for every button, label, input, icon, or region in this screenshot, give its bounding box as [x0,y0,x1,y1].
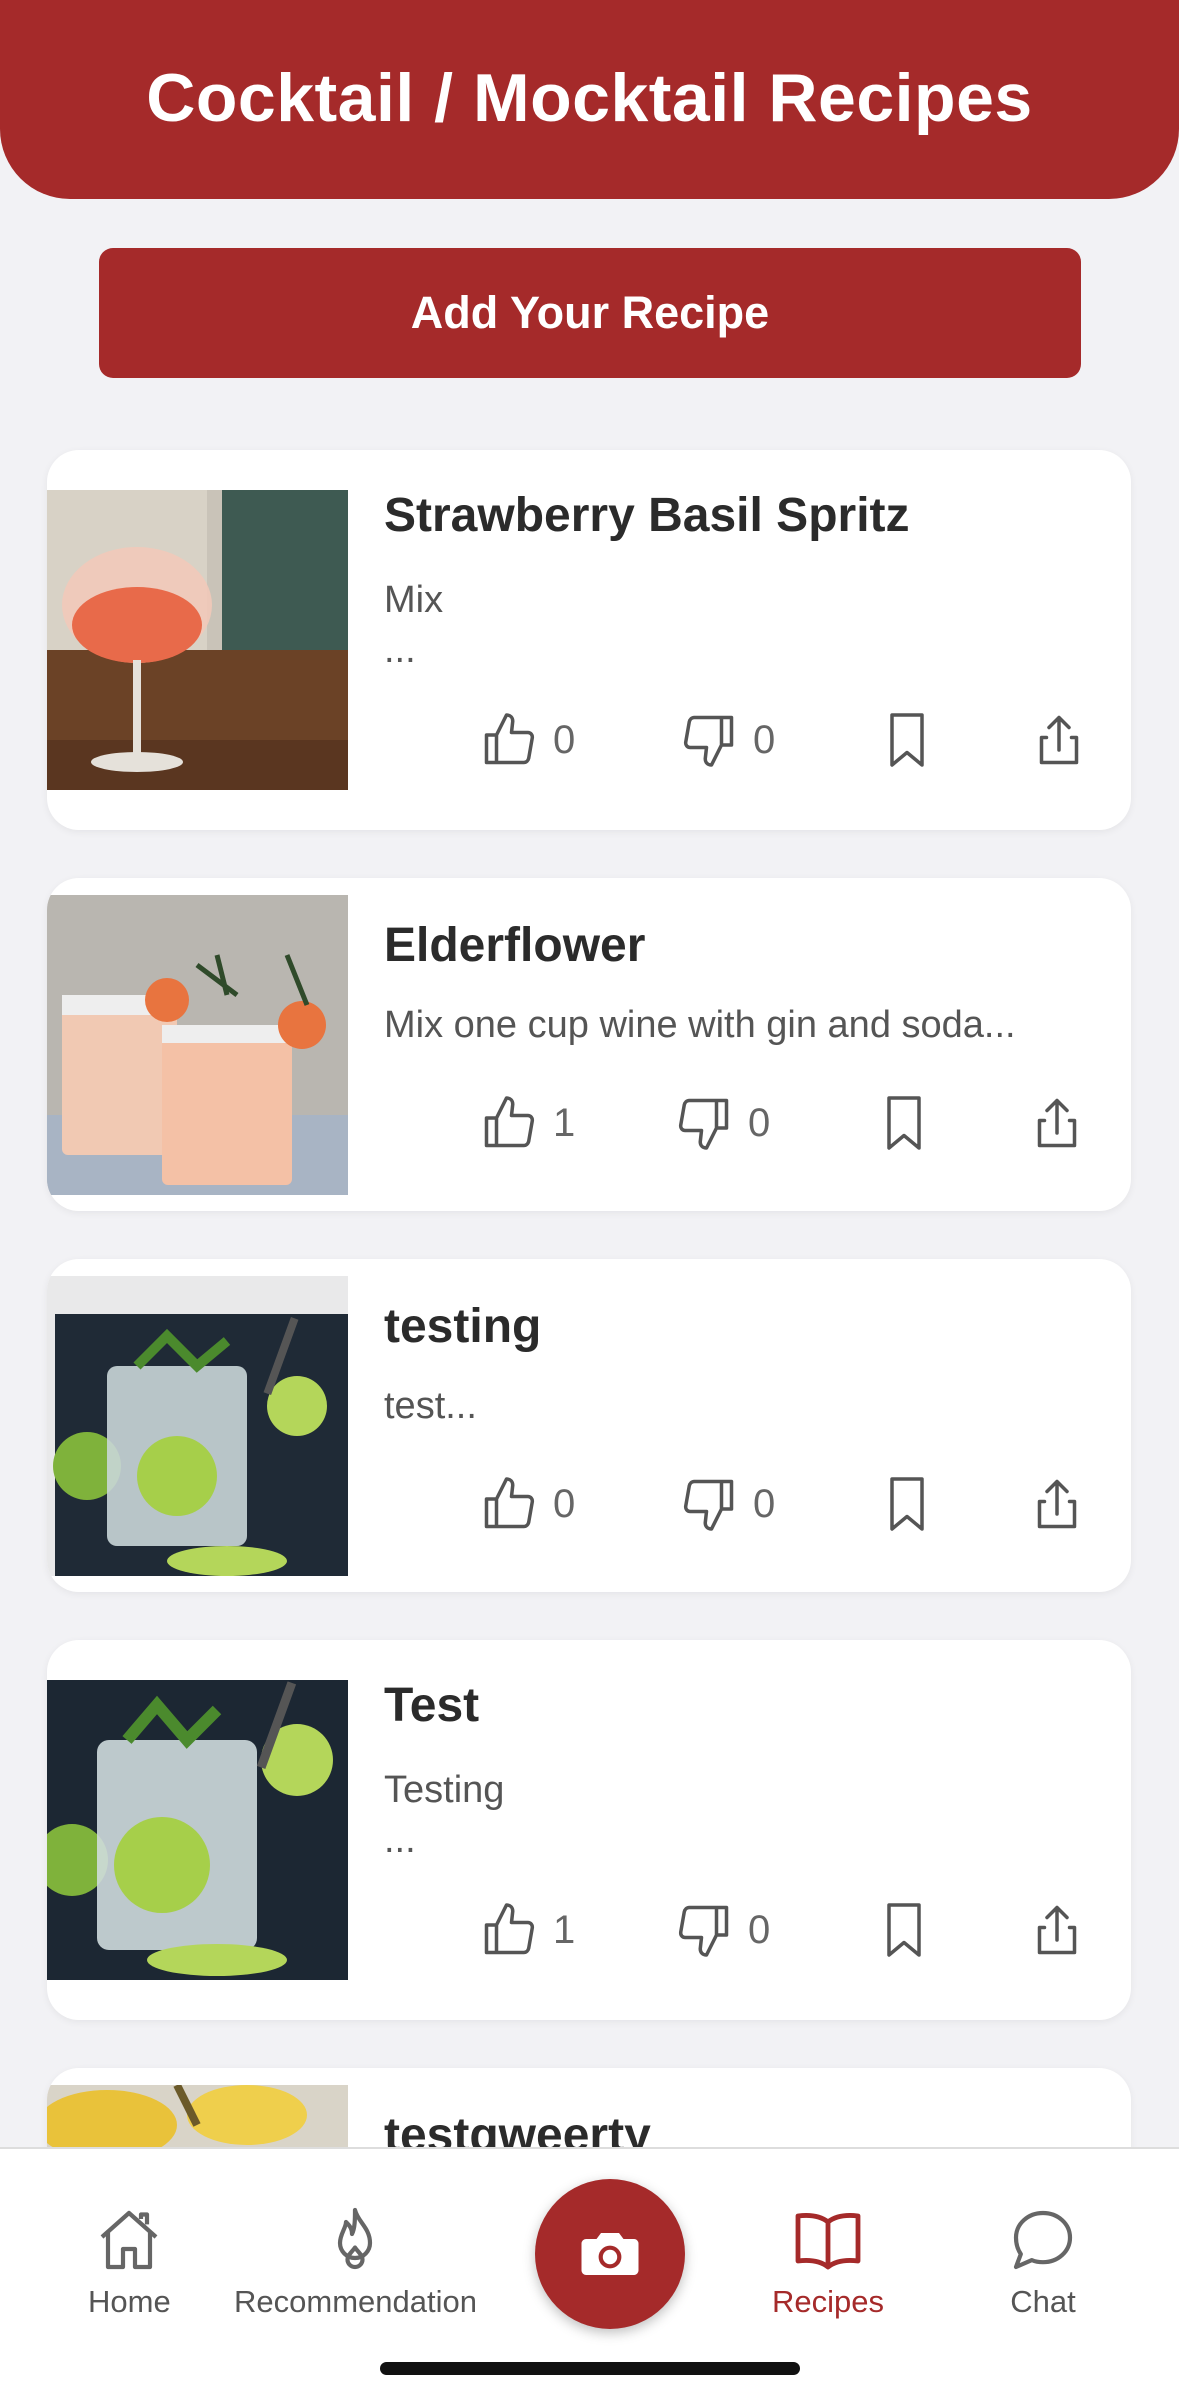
tab-recommendation[interactable]: Recommendation [234,2204,477,2320]
camera-icon [581,2233,639,2275]
recipe-description: Testing ... [384,1769,505,1861]
dislike-count: 0 [748,1100,771,1145]
tab-label: Recommendation [234,2284,477,2319]
recipe-image[interactable] [47,1276,348,1576]
bookmark-icon [890,1477,924,1531]
share-button[interactable] [1029,705,1089,775]
thumbs-up-icon [484,1903,535,1955]
dislike-count: 0 [753,1481,776,1526]
recipe-actions: 0 0 [429,1469,1089,1539]
thumbs-down-icon [683,1479,734,1531]
chat-bubble-icon [1013,2210,1073,2270]
recipe-card[interactable]: testqweerty [47,2068,1131,2147]
recipe-title: testqweerty [384,2109,651,2147]
recipe-card[interactable]: Elderflower Mix one cup wine with gin an… [47,878,1131,1211]
bookmark-icon [887,1096,921,1150]
share-icon [1039,715,1079,765]
share-button[interactable] [1027,1088,1087,1158]
tab-label: Recipes [772,2284,884,2319]
recipe-title: Strawberry Basil Spritz [384,489,910,542]
thumbs-down-icon [678,1098,729,1150]
thumbs-up-icon [484,1477,535,1529]
flame-icon [338,2207,373,2270]
recipe-actions: 1 0 [429,1088,1089,1158]
recipe-card[interactable]: Test Testing ... 1 0 [47,1640,1131,2020]
home-indicator [380,2362,800,2375]
share-icon [1037,1479,1077,1529]
dislike-button[interactable]: 0 [679,1469,775,1539]
recipe-title: testing [384,1300,542,1353]
like-button[interactable]: 0 [479,1469,575,1539]
bookmark-button[interactable] [874,1088,934,1158]
recipe-image[interactable] [47,1680,348,1980]
page-title: Cocktail / Mocktail Recipes [146,59,1033,136]
recipe-title: Test [384,1679,480,1732]
like-count: 1 [553,1907,576,1952]
bookmark-button[interactable] [877,1469,937,1539]
like-count: 0 [553,1481,576,1526]
recipe-image[interactable] [47,490,348,790]
tab-home[interactable]: Home [88,2204,171,2320]
camera-button[interactable] [535,2179,685,2329]
recipe-title: Elderflower [384,919,646,972]
bookmark-button[interactable] [874,1895,934,1965]
thumbs-up-icon [484,713,535,765]
share-icon [1037,1098,1077,1148]
share-button[interactable] [1027,1895,1087,1965]
dislike-button[interactable]: 0 [674,1088,770,1158]
tab-recipes[interactable]: Recipes [772,2204,884,2320]
book-icon [795,2213,861,2270]
tab-label: Home [88,2284,171,2319]
recipe-actions: 0 0 [429,705,1089,775]
bookmark-icon [887,1903,921,1957]
share-icon [1037,1905,1077,1955]
like-button[interactable]: 0 [479,705,575,775]
tab-chat[interactable]: Chat [1007,2204,1079,2320]
dislike-count: 0 [748,1907,771,1952]
like-count: 1 [553,1100,576,1145]
dislike-button[interactable]: 0 [674,1895,770,1965]
bookmark-button[interactable] [877,705,937,775]
recipe-description: Mix ... [384,579,444,671]
app-header: Cocktail / Mocktail Recipes [0,0,1179,199]
recipe-card[interactable]: Strawberry Basil Spritz Mix ... 0 0 [47,450,1131,830]
recipe-actions: 1 0 [429,1895,1089,1965]
like-count: 0 [553,717,576,762]
like-button[interactable]: 1 [479,1088,575,1158]
recipe-image[interactable] [47,895,348,1195]
thumbs-down-icon [683,715,734,767]
bookmark-icon [890,713,924,767]
recipe-description: Mix one cup wine with gin and soda... [384,1004,1016,1046]
tab-label: Chat [1010,2284,1076,2319]
like-button[interactable]: 1 [479,1895,575,1965]
share-button[interactable] [1027,1469,1087,1539]
recipe-card[interactable]: testing test... 0 0 [47,1259,1131,1592]
recipe-description: test... [384,1385,477,1427]
dislike-button[interactable]: 0 [679,705,775,775]
thumbs-down-icon [678,1905,729,1957]
home-icon [100,2210,158,2270]
recipe-image[interactable] [47,2085,348,2147]
thumbs-up-icon [484,1096,535,1148]
add-recipe-button[interactable]: Add Your Recipe [99,248,1081,378]
dislike-count: 0 [753,717,776,762]
